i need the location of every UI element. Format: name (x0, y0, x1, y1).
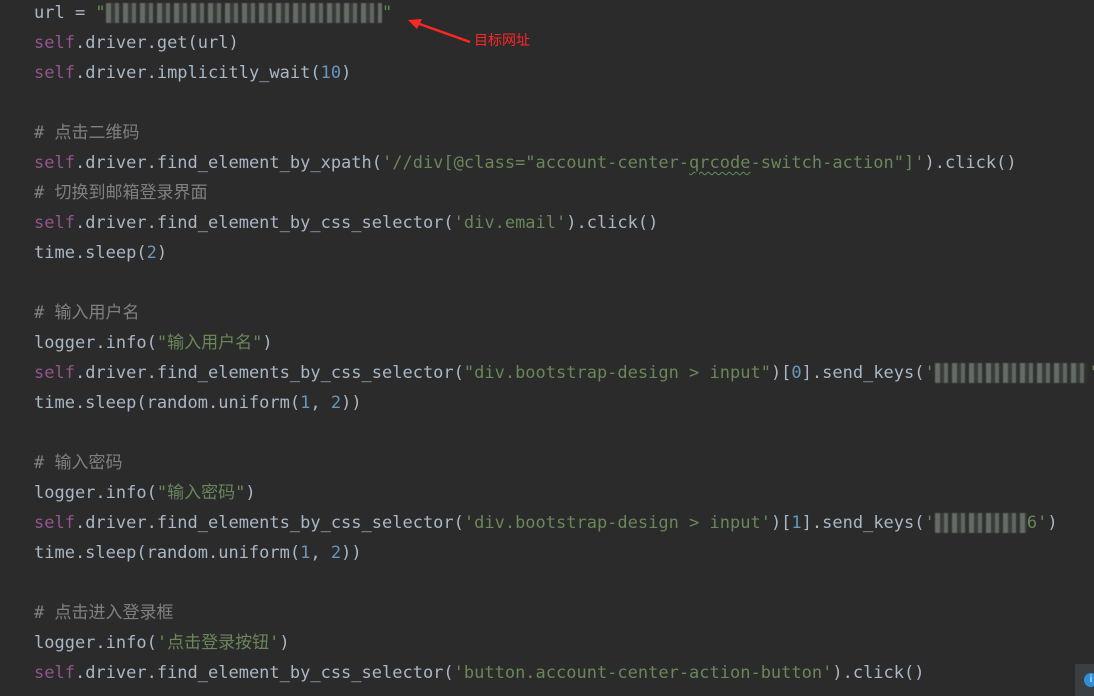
code-token: 'div.bootstrap-design > input' (463, 513, 771, 533)
code-token: 0 (791, 363, 802, 383)
code-token: .driver.find_elements_by_css_selector( (74, 363, 464, 383)
code-line: # 点击二维码 (34, 118, 139, 148)
code-line: time.sleep(2) (34, 238, 167, 268)
code-token: time.sleep(random.uniform( (34, 393, 301, 413)
code-token: '//div[@class="account-center- (382, 153, 690, 173)
code-token: # 输入用户名 (34, 303, 140, 323)
code-token: 2 (146, 243, 157, 263)
code-line: self.driver.find_elements_by_css_selecto… (34, 358, 1094, 388)
code-line: # 点击进入登录框 (34, 598, 173, 628)
code-token: logger.info( (34, 483, 157, 503)
code-token: .driver.find_element_by_css_selector( (74, 663, 454, 683)
code-line: self.driver.find_elements_by_css_selecto… (34, 508, 1058, 538)
code-editor[interactable]: url = "https://xxxxxxxxxxxxx/login"self.… (0, 0, 1094, 696)
code-line: self.driver.find_element_by_xpath('//div… (34, 148, 1017, 178)
code-token: ) (262, 333, 273, 353)
code-token: -switch-action"]' (750, 153, 925, 173)
code-token: 'button.account-center-action-button' (453, 663, 833, 683)
code-line: # 切换到邮箱登录界面 (34, 178, 207, 208)
code-token: self (34, 33, 75, 53)
code-token: ).click() (832, 663, 925, 683)
code-token: '点击登录按钮' (156, 633, 280, 653)
code-line: time.sleep(random.uniform(1, 2)) (34, 538, 362, 568)
code-token: ' (1088, 363, 1094, 383)
code-token: ) (245, 483, 256, 503)
code-line: time.sleep(random.uniform(1, 2)) (34, 388, 362, 418)
notification-icon[interactable]: i (1084, 673, 1094, 687)
code-token: " (95, 3, 106, 23)
code-token: )[ (770, 363, 792, 383)
code-token: 2 (330, 393, 342, 413)
code-token: ].send_keys( (801, 513, 925, 533)
code-line: logger.info('点击登录按钮') (34, 628, 290, 658)
code-token: "输入用户名" (156, 333, 263, 353)
code-token: self (34, 63, 75, 83)
code-token: )[ (770, 513, 792, 533)
code-token: logger.info( (34, 333, 157, 353)
code-line: self.driver.get(url) (34, 28, 239, 58)
code-token: .driver.get(url) (74, 33, 239, 53)
code-line: self.driver.find_element_by_css_selector… (34, 208, 658, 238)
code-token: ) (1047, 513, 1058, 533)
code-token: 1 (300, 393, 311, 413)
code-token: # 点击进入登录框 (34, 603, 174, 623)
code-token: " (382, 3, 393, 23)
code-token: logger.info( (34, 633, 157, 653)
redacted-text: https://xxxxxxxxxxxxx/login (105, 3, 383, 23)
code-token: ' (924, 363, 935, 383)
code-token: 10 (320, 63, 342, 83)
code-line: # 输入用户名 (34, 298, 139, 328)
code-token: self (34, 213, 75, 233)
code-token: 'div.email' (453, 213, 567, 233)
code-token: 6' (1026, 513, 1048, 533)
code-token: , (310, 543, 331, 563)
code-token: )) (341, 393, 362, 413)
redacted-text: xxxxxxxxx (934, 513, 1027, 533)
code-line: url = "https://xxxxxxxxxxxxx/login" (34, 0, 392, 28)
code-token: .driver.find_element_by_xpath( (74, 153, 382, 173)
code-token: self (34, 153, 75, 173)
code-token: .driver.find_element_by_css_selector( (74, 213, 454, 233)
code-line: logger.info("输入用户名") (34, 328, 273, 358)
code-token: time.sleep(random.uniform( (34, 543, 301, 563)
code-token: 1 (300, 543, 311, 563)
code-line: self.driver.find_element_by_css_selector… (34, 658, 924, 688)
code-token: time.sleep( (34, 243, 147, 263)
code-token: ) (341, 63, 352, 83)
code-token: qrcode (689, 153, 751, 173)
code-token: 2 (330, 543, 342, 563)
code-line: self.driver.implicitly_wait(10) (34, 58, 351, 88)
code-token: ).click() (566, 213, 659, 233)
code-token: )) (341, 543, 362, 563)
code-token: ' (924, 513, 935, 533)
code-token: "输入密码" (156, 483, 246, 503)
code-token: .driver.implicitly_wait( (74, 63, 321, 83)
code-token: , (310, 393, 331, 413)
code-token: # 切换到邮箱登录界面 (34, 183, 208, 203)
code-token: ).click() (924, 153, 1017, 173)
code-token: self (34, 363, 75, 383)
code-line: # 输入密码 (34, 448, 122, 478)
code-token: ].send_keys( (801, 363, 925, 383)
code-token: "div.bootstrap-design > input" (463, 363, 771, 383)
code-token: self (34, 663, 75, 683)
code-token: url = (34, 3, 96, 23)
code-token: # 输入密码 (34, 453, 123, 473)
redacted-text: xxxxxxxxxxxxxxx (934, 363, 1089, 383)
notification-badge[interactable]: i (1075, 664, 1094, 696)
code-token: 1 (791, 513, 802, 533)
code-line: logger.info("输入密码") (34, 478, 256, 508)
code-token: ) (279, 633, 290, 653)
annotation-label: 目标网址 (474, 33, 530, 49)
code-token: # 点击二维码 (34, 123, 140, 143)
annotation-arrow-icon (408, 19, 471, 44)
code-token: ) (156, 243, 168, 263)
code-token: self (34, 513, 75, 533)
code-token: .driver.find_elements_by_css_selector( (74, 513, 464, 533)
